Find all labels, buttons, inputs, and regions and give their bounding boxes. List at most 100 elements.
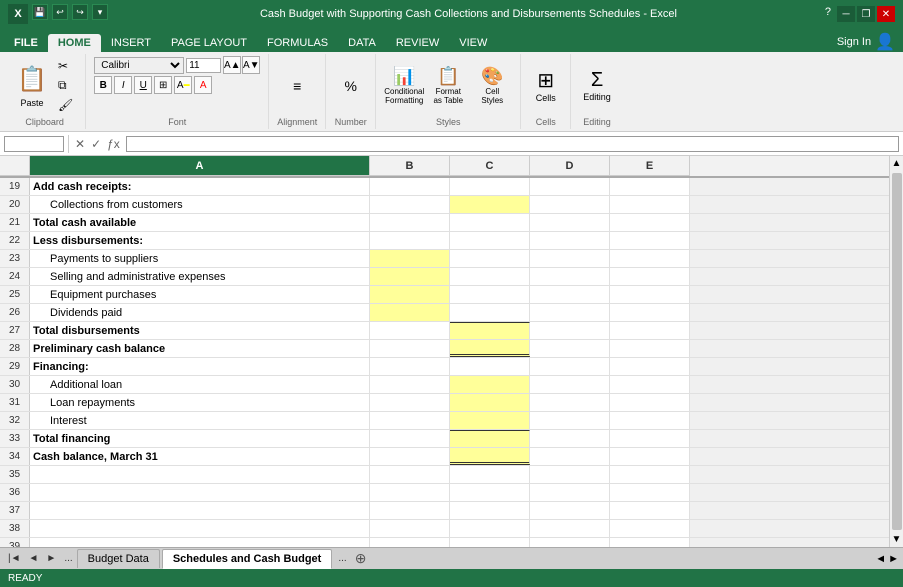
add-sheet-button[interactable]: ⊕ (351, 550, 371, 567)
cell-d22[interactable] (530, 232, 610, 249)
cell-d38[interactable] (530, 520, 610, 537)
cell-c22[interactable] (450, 232, 530, 249)
cell-a38[interactable] (30, 520, 370, 537)
redo-icon[interactable]: ↪ (72, 4, 88, 20)
cell-a23[interactable]: Payments to suppliers (30, 250, 370, 267)
cell-d32[interactable] (530, 412, 610, 429)
cell-a19[interactable]: Add cash receipts: (30, 178, 370, 195)
cell-b36[interactable] (370, 484, 450, 501)
table-row[interactable]: 26Dividends paid (0, 304, 889, 322)
sheet-scroll-right[interactable]: ► (888, 553, 899, 565)
cell-d30[interactable] (530, 376, 610, 393)
cell-a25[interactable]: Equipment purchases (30, 286, 370, 303)
bold-button[interactable]: B (94, 76, 112, 94)
cell-b35[interactable] (370, 466, 450, 483)
border-button[interactable]: ⊞ (154, 76, 172, 94)
cell-e28[interactable] (610, 340, 690, 357)
col-header-e[interactable]: E (610, 156, 690, 176)
tab-data[interactable]: DATA (338, 34, 386, 52)
table-row[interactable]: 25Equipment purchases (0, 286, 889, 304)
table-row[interactable]: 33Total financing (0, 430, 889, 448)
format-as-table-button[interactable]: 📋 Format as Table (428, 64, 468, 107)
cell-c37[interactable] (450, 502, 530, 519)
cell-b26[interactable] (370, 304, 450, 321)
cell-e33[interactable] (610, 430, 690, 447)
format-painter-button[interactable]: 🖌 (54, 96, 77, 114)
cell-d24[interactable] (530, 268, 610, 285)
cell-d31[interactable] (530, 394, 610, 411)
quick-save-icon[interactable]: 💾 (32, 4, 48, 20)
cell-c27[interactable] (450, 322, 530, 339)
font-color-button[interactable]: A (194, 76, 212, 94)
help-icon[interactable]: ? (821, 6, 835, 22)
cell-a34[interactable]: Cash balance, March 31 (30, 448, 370, 465)
cell-d21[interactable] (530, 214, 610, 231)
cell-d36[interactable] (530, 484, 610, 501)
confirm-formula-icon[interactable]: ✓ (89, 137, 103, 151)
undo-icon[interactable]: ↩ (52, 4, 68, 20)
tab-home[interactable]: HOME (48, 34, 101, 52)
right-scrollbar[interactable]: ▲ ▼ (889, 156, 903, 547)
cell-e39[interactable] (610, 538, 690, 547)
table-row[interactable]: 27Total disbursements (0, 322, 889, 340)
cell-e26[interactable] (610, 304, 690, 321)
cell-c26[interactable] (450, 304, 530, 321)
cell-d23[interactable] (530, 250, 610, 267)
table-row[interactable]: 22Less disbursements: (0, 232, 889, 250)
cell-a30[interactable]: Additional loan (30, 376, 370, 393)
cell-e37[interactable] (610, 502, 690, 519)
table-row[interactable]: 38 (0, 520, 889, 538)
fill-color-button[interactable]: A▬ (174, 76, 192, 94)
cell-e29[interactable] (610, 358, 690, 375)
cell-b30[interactable] (370, 376, 450, 393)
sheet-nav-first[interactable]: |◄ (4, 553, 25, 564)
cell-c32[interactable] (450, 412, 530, 429)
table-row[interactable]: 24Selling and administrative expenses (0, 268, 889, 286)
sheet-tab-budget-data[interactable]: Budget Data (77, 549, 160, 568)
cell-a24[interactable]: Selling and administrative expenses (30, 268, 370, 285)
underline-button[interactable]: U (134, 76, 152, 94)
cell-a33[interactable]: Total financing (30, 430, 370, 447)
sign-in[interactable]: Sign In 👤 (837, 32, 899, 52)
cells-button[interactable]: ⊞ Cells (532, 66, 560, 105)
cell-c19[interactable] (450, 178, 530, 195)
cell-b38[interactable] (370, 520, 450, 537)
cell-e27[interactable] (610, 322, 690, 339)
conditional-formatting-button[interactable]: 📊 Conditional Formatting (384, 64, 424, 107)
cell-a39[interactable] (30, 538, 370, 547)
cell-b23[interactable] (370, 250, 450, 267)
cell-e21[interactable] (610, 214, 690, 231)
editing-button[interactable]: Σ Editing (579, 67, 615, 104)
sheet-tab-schedules[interactable]: Schedules and Cash Budget (162, 549, 333, 569)
cell-b22[interactable] (370, 232, 450, 249)
cell-e24[interactable] (610, 268, 690, 285)
cell-e22[interactable] (610, 232, 690, 249)
cell-b27[interactable] (370, 322, 450, 339)
table-row[interactable]: 37 (0, 502, 889, 520)
cell-a37[interactable] (30, 502, 370, 519)
italic-button[interactable]: I (114, 76, 132, 94)
cell-c25[interactable] (450, 286, 530, 303)
cell-c20[interactable] (450, 196, 530, 213)
tab-view[interactable]: VIEW (449, 34, 497, 52)
name-box[interactable]: A1 (4, 136, 64, 152)
font-name-select[interactable]: Calibri (94, 57, 184, 74)
font-decrease-button[interactable]: A▼ (242, 56, 260, 74)
table-row[interactable]: 36 (0, 484, 889, 502)
cell-c28[interactable] (450, 340, 530, 357)
table-row[interactable]: 21Total cash available (0, 214, 889, 232)
cell-b31[interactable] (370, 394, 450, 411)
cell-c31[interactable] (450, 394, 530, 411)
paste-button[interactable]: 📋 Paste (12, 62, 52, 110)
table-row[interactable]: 31Loan repayments (0, 394, 889, 412)
cell-e25[interactable] (610, 286, 690, 303)
cell-d35[interactable] (530, 466, 610, 483)
table-row[interactable]: 28Preliminary cash balance (0, 340, 889, 358)
cell-b32[interactable] (370, 412, 450, 429)
cell-d26[interactable] (530, 304, 610, 321)
cell-a28[interactable]: Preliminary cash balance (30, 340, 370, 357)
col-header-b[interactable]: B (370, 156, 450, 176)
cell-b39[interactable] (370, 538, 450, 547)
cell-b25[interactable] (370, 286, 450, 303)
cell-d27[interactable] (530, 322, 610, 339)
